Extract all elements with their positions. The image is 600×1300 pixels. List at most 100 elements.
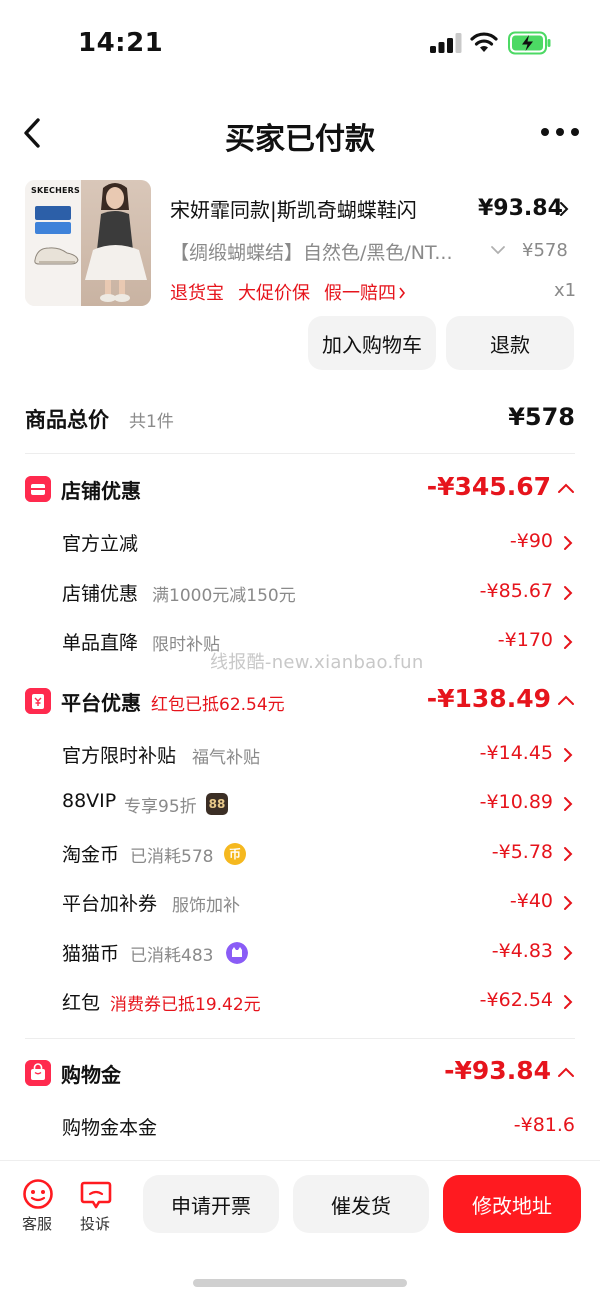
divider	[25, 1038, 575, 1039]
gold-coin-icon: 币	[224, 843, 246, 865]
chevron-right-icon[interactable]	[563, 796, 573, 812]
refund-button[interactable]: 退款	[446, 316, 574, 370]
total-count: 共1件	[129, 412, 174, 432]
line-value: -¥10.89	[479, 791, 553, 813]
shopping-bag-icon	[25, 1060, 51, 1086]
chevron-right-icon[interactable]	[563, 535, 573, 551]
product-price: ¥93.84	[478, 196, 563, 221]
discount-line[interactable]: 猫猫币 已消耗483 -¥4.83	[62, 935, 575, 971]
shop-discount-label: 店铺优惠	[61, 479, 141, 503]
customer-service-label[interactable]: 客服	[22, 1213, 52, 1234]
line-value: -¥5.78	[491, 841, 553, 863]
chevron-up-icon[interactable]	[557, 482, 575, 494]
line-label: 单品直降	[62, 632, 139, 654]
line-note: 福气补贴	[192, 748, 260, 768]
chevron-up-icon[interactable]	[557, 1066, 575, 1078]
line-label: 88VIP	[62, 790, 117, 812]
line-note: 服饰加补	[172, 896, 240, 916]
line-value: -¥14.45	[479, 742, 553, 764]
chevron-right-icon[interactable]	[563, 585, 573, 601]
status-bar: 14:21	[0, 0, 600, 90]
line-note: 已消耗483	[130, 946, 214, 966]
total-value: ¥578	[508, 403, 575, 431]
chevron-right-icon[interactable]	[398, 287, 406, 299]
product-image-badge	[35, 206, 71, 220]
chevron-right-icon[interactable]	[563, 747, 573, 763]
chevron-right-icon[interactable]	[558, 201, 570, 217]
customer-service-icon[interactable]	[21, 1177, 55, 1211]
line-value: -¥81.6	[513, 1114, 575, 1136]
battery-charging-icon	[508, 31, 551, 55]
tag-fake-compensate[interactable]: 假一赔四	[324, 283, 396, 304]
product-name[interactable]: 宋妍霏同款|斯凯奇蝴蝶鞋闪	[170, 194, 417, 223]
total-row: 商品总价 共1件 ¥578	[25, 400, 575, 440]
product-card: SKECHERS 宋妍霏同款|斯凯奇蝴蝶鞋闪 ¥93.84 【绸缎蝴蝶结】自然色…	[0, 180, 600, 380]
line-value: -¥170	[497, 629, 553, 651]
line-label: 购物金本金	[62, 1117, 158, 1139]
chevron-up-icon[interactable]	[557, 694, 575, 706]
status-time: 14:21	[78, 28, 164, 58]
home-indicator	[193, 1279, 407, 1287]
shoe-image	[34, 247, 79, 265]
tag-return: 退货宝	[170, 283, 224, 304]
add-to-cart-button[interactable]: 加入购物车	[308, 316, 436, 370]
chevron-right-icon[interactable]	[563, 895, 573, 911]
shopping-credit-value: -¥93.84	[444, 1056, 551, 1085]
discount-line[interactable]: 平台加补券 服饰加补 -¥40	[62, 885, 575, 921]
watermark: 线报酷-new.xianbao.fun	[210, 652, 424, 673]
shop-icon	[25, 476, 51, 502]
line-value: -¥40	[509, 890, 553, 912]
urge-shipping-button[interactable]: 催发货	[293, 1175, 429, 1233]
wifi-icon	[470, 32, 498, 52]
change-address-button[interactable]: 修改地址	[443, 1175, 581, 1233]
page-title: 买家已付款	[225, 122, 375, 157]
invoice-button[interactable]: 申请开票	[143, 1175, 279, 1233]
model-photo	[85, 183, 147, 302]
line-label: 平台加补券	[62, 893, 158, 915]
discount-line[interactable]: 淘金币 已消耗578 币 -¥5.78	[62, 836, 575, 872]
product-image-brand: SKECHERS	[31, 186, 80, 195]
line-label: 官方限时补贴	[62, 745, 177, 767]
platform-discount-header[interactable]: 平台优惠 红包已抵62.54元 -¥138.49	[25, 682, 575, 726]
line-note: 已消耗578	[130, 847, 214, 867]
service-tags: 退货宝 大促价保 假一赔四	[170, 279, 406, 305]
shop-discount-value: -¥345.67	[426, 472, 551, 501]
line-value: -¥4.83	[491, 940, 553, 962]
cat-coin-icon	[226, 942, 248, 964]
chevron-right-icon[interactable]	[563, 634, 573, 650]
more-dots-icon[interactable]	[540, 126, 580, 138]
line-value: -¥62.54	[479, 989, 553, 1011]
product-spec[interactable]: 【绸缎蝴蝶结】自然色/黑色/NT...	[170, 238, 482, 265]
discount-line[interactable]: 红包 消费券已抵19.42元 -¥62.54	[62, 984, 575, 1020]
divider	[25, 453, 575, 454]
chevron-right-icon[interactable]	[563, 846, 573, 862]
shop-discount-header[interactable]: 店铺优惠 -¥345.67	[25, 470, 575, 514]
line-value: -¥85.67	[479, 580, 553, 602]
chevron-right-icon[interactable]	[563, 994, 573, 1010]
red-packet-icon	[25, 688, 51, 714]
line-note: 消费券已抵19.42元	[110, 995, 261, 1015]
line-label: 店铺优惠	[62, 583, 139, 605]
shopping-credit-label: 购物金	[61, 1063, 121, 1087]
chevron-down-icon[interactable]	[490, 244, 506, 256]
platform-discount-value: -¥138.49	[426, 684, 551, 713]
complaint-icon[interactable]	[79, 1177, 113, 1211]
chevron-right-icon[interactable]	[563, 945, 573, 961]
line-note: 专享95折	[124, 797, 197, 817]
discount-line[interactable]: 官方立减 -¥90	[62, 525, 575, 561]
line-label: 淘金币	[62, 844, 120, 866]
line-note: 满1000元减150元	[152, 586, 296, 606]
tag-price-protect: 大促价保	[238, 283, 310, 304]
product-image[interactable]: SKECHERS	[25, 180, 151, 306]
total-label: 商品总价	[25, 408, 109, 432]
shopping-credit-header[interactable]: 购物金 -¥93.84	[25, 1054, 575, 1098]
platform-discount-label: 平台优惠	[61, 691, 141, 715]
discount-line[interactable]: 官方限时补贴 福气补贴 -¥14.45	[62, 737, 575, 773]
complaint-label[interactable]: 投诉	[80, 1213, 110, 1234]
credit-line: 购物金本金 -¥81.6	[62, 1109, 575, 1145]
discount-line[interactable]: 店铺优惠 满1000元减150元 -¥85.67	[62, 575, 575, 611]
nav-bar: 买家已付款	[0, 104, 600, 164]
platform-discount-sub: 红包已抵62.54元	[151, 695, 285, 715]
line-label: 红包	[62, 992, 101, 1014]
discount-line[interactable]: 88VIP 专享95折 88 -¥10.89	[62, 786, 575, 822]
